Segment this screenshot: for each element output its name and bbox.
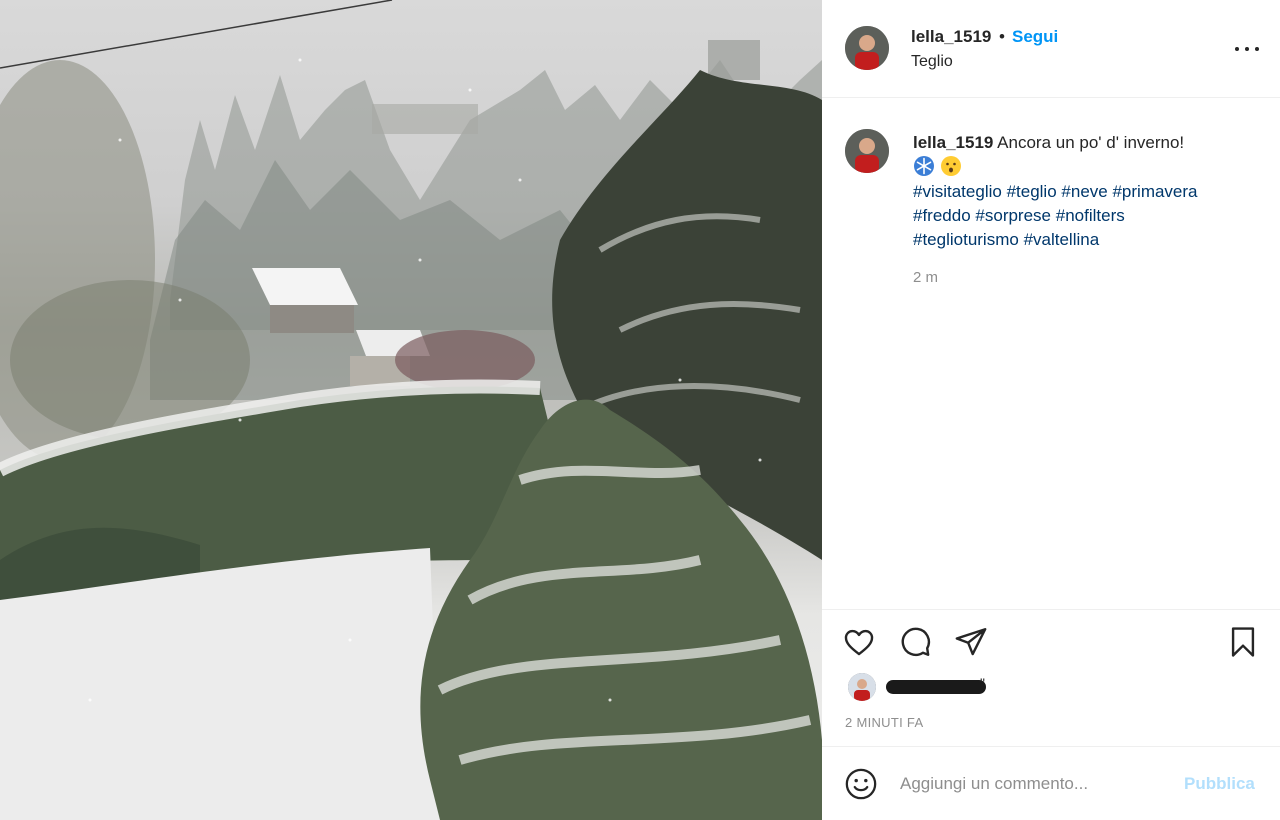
hashtag-link[interactable]: #valtellina [1024,230,1100,249]
comment-bubble-icon[interactable] [898,625,932,659]
post-header: lella_1519 • Segui Teglio [822,0,1280,98]
publish-button[interactable]: Pubblica [1184,774,1255,794]
more-options-icon[interactable] [1234,38,1260,60]
paper-plane-icon[interactable] [954,625,988,659]
hashtag-link[interactable]: #sorprese [975,206,1051,225]
hashtag-link[interactable]: #visitateglio [913,182,1002,201]
post-timestamp[interactable]: 2 MINUTI FA [845,715,923,730]
comment-bar: Pubblica [822,746,1280,820]
liker-avatar[interactable] [848,673,876,701]
heart-icon[interactable] [842,625,876,659]
post-side-panel: lella_1519 • Segui Teglio lella_1519 Anc… [822,0,1280,820]
liked-by-suffix: " [980,675,985,691]
caption-text-block: lella_1519 Ancora un po' d' inverno! #vi… [913,131,1263,252]
author-username[interactable]: lella_1519 [911,27,991,47]
hashtag-link[interactable]: #neve [1061,182,1107,201]
hashtag-list: #visitateglio #teglio #neve #primavera #… [913,182,1198,249]
bookmark-icon[interactable] [1226,625,1260,659]
hashtag-link[interactable]: #freddo [913,206,971,225]
caption-username[interactable]: lella_1519 [913,133,993,152]
post-location[interactable]: Teglio [911,53,953,71]
hashtag-link[interactable]: #teglioturismo [913,230,1019,249]
post-actions [822,611,1280,671]
separator-dot: • [999,27,1005,46]
follow-button[interactable]: Segui [1012,27,1058,47]
post-photo[interactable] [0,0,822,820]
hashtag-link[interactable]: #primavera [1112,182,1197,201]
author-avatar[interactable] [845,26,889,70]
caption-author-avatar[interactable] [845,129,889,173]
hashtag-link[interactable]: #teglio [1007,182,1057,201]
liked-by-row: " [822,671,1280,707]
caption-time[interactable]: 2 m [913,269,938,286]
hushed-face-icon [940,156,961,176]
comment-input[interactable] [900,769,1160,799]
snowflake-icon [914,156,934,176]
hashtag-link[interactable]: #nofilters [1056,206,1125,225]
snowy-garden-photo [0,0,822,820]
post-caption: lella_1519 Ancora un po' d' inverno! #vi… [822,98,1280,610]
smiley-icon[interactable] [844,767,878,801]
caption-message: Ancora un po' d' inverno! [997,133,1185,152]
redacted-username [886,680,986,694]
